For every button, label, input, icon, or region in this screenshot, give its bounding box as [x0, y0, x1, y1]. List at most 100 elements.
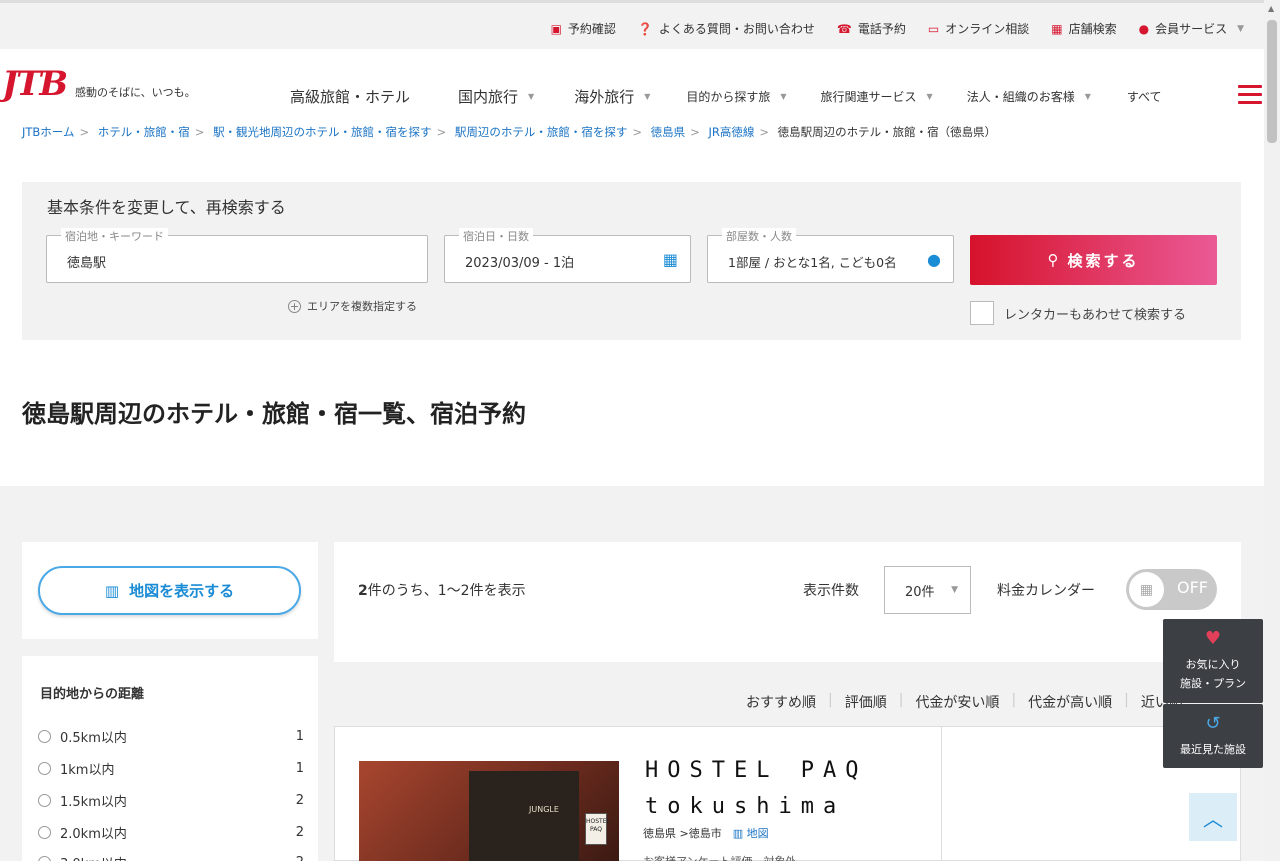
filter-label: 3.0km以内	[60, 853, 127, 861]
field-value: 1部屋 / おとな1名, こども0名	[728, 255, 897, 270]
multi-area-link[interactable]: + エリアを複数指定する	[288, 298, 417, 314]
favorites-label-2: 施設・プラン	[1180, 677, 1246, 690]
util-member[interactable]: ● 会員サービス ▼	[1139, 20, 1244, 37]
field-label: 宿泊地・キーワード	[61, 228, 168, 244]
back-to-top-button[interactable]: ︿	[1189, 793, 1237, 841]
per-page-value: 20件	[905, 584, 935, 600]
laptop-icon: ▭	[927, 21, 940, 36]
filter-count: 2	[295, 825, 304, 840]
hotel-pref[interactable]: 徳島県	[643, 827, 676, 840]
filter-option[interactable]: 0.5km以内 1	[38, 727, 304, 746]
nav-domestic[interactable]: 国内旅行 ▼	[458, 86, 534, 107]
radio-button[interactable]	[38, 856, 51, 861]
menu-icon[interactable]	[1238, 85, 1262, 109]
rental-car-checkbox[interactable]	[970, 301, 994, 325]
nav-label: 海外旅行	[574, 88, 635, 106]
results-toolbar: 2件のうち、1〜2件を表示 表示件数 20件 ▼ 料金カレンダー ▦ OFF	[334, 542, 1241, 662]
field-label: 部屋数・人数	[722, 228, 796, 244]
jtb-logo[interactable]: JTB	[2, 67, 68, 101]
util-store[interactable]: ▦ 店舗検索	[1051, 20, 1116, 37]
nav-purpose[interactable]: 目的から探す旅 ▼	[686, 88, 786, 105]
filter-count: 1	[295, 761, 304, 776]
chevron-down-icon: ▼	[1237, 23, 1244, 34]
hotel-name[interactable]: HOSTEL PAQ tokushima	[645, 753, 921, 825]
radio-button[interactable]	[38, 794, 51, 807]
breadcrumb-link[interactable]: JR高徳線	[708, 125, 754, 139]
util-label: オンライン相談	[945, 22, 1030, 36]
photo-sign: HOSTEL PAQ	[585, 813, 610, 845]
recent-label: 最近見た施設	[1180, 743, 1246, 756]
breadcrumb-link[interactable]: 駅周辺のホテル・旅館・宿を探す	[455, 125, 628, 139]
heart-icon: ♥	[1204, 628, 1222, 649]
radio-button[interactable]	[38, 730, 51, 743]
chevron-up-icon: ︿	[1203, 806, 1223, 831]
search-button[interactable]: ⚲ 検索する	[970, 235, 1217, 285]
breadcrumb-link[interactable]: 徳島県	[651, 125, 686, 139]
filter-option[interactable]: 1km以内 1	[38, 759, 304, 778]
hotel-photo[interactable]: JUNGLE HOSTEL PAQ	[359, 761, 619, 861]
sort-recommended[interactable]: おすすめ順	[746, 692, 816, 712]
breadcrumb-link[interactable]: ホテル・旅館・宿	[98, 125, 190, 139]
recent-button[interactable]: ↺ 最近見た施設	[1163, 704, 1263, 768]
hotel-map-link[interactable]: 地図	[747, 827, 769, 840]
sort-rating[interactable]: 評価順	[845, 692, 887, 712]
filter-label: 1km以内	[60, 763, 115, 778]
nav-label: 法人・組織のお客様	[966, 90, 1075, 104]
breadcrumb-link[interactable]: 駅・観光地周辺のホテル・旅館・宿を探す	[213, 125, 432, 139]
util-reservation[interactable]: ▣ 予約確認	[551, 20, 616, 37]
scrollbar-thumb[interactable]	[1267, 20, 1277, 143]
sort-price-low[interactable]: 代金が安い順	[915, 692, 999, 712]
radio-button[interactable]	[38, 826, 51, 839]
chevron-down-icon: ▼	[780, 92, 787, 101]
result-count: 2件のうち、1〜2件を表示	[358, 580, 526, 600]
utility-bar: ▣ 予約確認 ❓ よくある質問・お問い合わせ ☎ 電話予約 ▭ オンライン相談 ▦ 店舗検…	[0, 0, 1264, 49]
show-map-button[interactable]: ▥ 地図を表示する	[38, 566, 301, 615]
toggle-state: OFF	[1177, 578, 1208, 597]
nav-luxury[interactable]: 高級旅館・ホテル	[290, 86, 410, 107]
per-page-select[interactable]: 20件 ▼	[884, 566, 971, 614]
favorites-label: お気に入り	[1185, 658, 1241, 671]
breadcrumb-link[interactable]: JTBホーム	[22, 125, 74, 139]
nav-label: 高級旅館・ホテル	[290, 88, 411, 106]
search-heading: 基本条件を変更して、再検索する	[47, 198, 286, 217]
hotel-location: 徳島県 >徳島市 ▥ 地図	[643, 827, 769, 840]
destination-field[interactable]: 宿泊地・キーワード 徳島駅	[46, 228, 428, 283]
filter-label: 1.5km以内	[60, 795, 127, 810]
filter-option[interactable]: 1.5km以内 2	[38, 791, 304, 810]
filter-count: 2	[295, 793, 304, 808]
sort-price-high[interactable]: 代金が高い順	[1028, 692, 1112, 712]
field-label: 宿泊日・日数	[459, 228, 533, 244]
util-phone[interactable]: ☎ 電話予約	[837, 20, 906, 37]
nav-all[interactable]: すべて	[1127, 88, 1162, 105]
scrollbar[interactable]: ▲	[1264, 0, 1280, 861]
filter-option[interactable]: 3.0km以内 2	[38, 853, 304, 861]
filter-count: 1	[295, 729, 304, 744]
per-page-label: 表示件数	[803, 583, 859, 599]
nav-overseas[interactable]: 海外旅行 ▼	[574, 86, 650, 107]
search-button-label: 検索する	[1067, 251, 1140, 270]
nav-label: 国内旅行	[458, 88, 519, 106]
utility-nav: ▣ 予約確認 ❓ よくある質問・お問い合わせ ☎ 電話予約 ▭ オンライン相談 ▦ 店舗検…	[551, 20, 1244, 37]
calendar-icon: ▦	[662, 250, 678, 269]
rental-car-option[interactable]: レンタカーもあわせて検索する	[970, 301, 1186, 325]
briefcase-icon: ▣	[550, 21, 562, 36]
distance-filter: 目的地からの距離 0.5km以内 1 1km以内 1 1.5km以内 2 2.0km以…	[22, 656, 318, 861]
nav-corporate[interactable]: 法人・組織のお客様 ▼	[967, 88, 1091, 105]
nav-services[interactable]: 旅行関連サービス ▼	[821, 88, 933, 105]
nav-label: 目的から探す旅	[686, 90, 771, 104]
favorites-button[interactable]: ♥ お気に入り 施設・プラン	[1163, 619, 1263, 703]
nav-label: 旅行関連サービス	[820, 90, 917, 104]
util-online[interactable]: ▭ オンライン相談	[928, 20, 1029, 37]
calendar-label: 料金カレンダー	[997, 583, 1095, 599]
filter-option[interactable]: 2.0km以内 2	[38, 823, 304, 842]
date-field[interactable]: 宿泊日・日数 2023/03/09 - 1泊 ▦	[444, 228, 691, 283]
field-value: 2023/03/09 - 1泊	[465, 256, 575, 271]
guests-field[interactable]: 部屋数・人数 1部屋 / おとな1名, こども0名 ●	[707, 228, 954, 283]
search-icon: ⚲	[1047, 251, 1062, 269]
chevron-down-icon: ▼	[644, 92, 651, 101]
radio-button[interactable]	[38, 762, 51, 775]
calendar-toggle[interactable]: ▦ OFF	[1126, 569, 1217, 610]
hotel-city[interactable]: 徳島市	[689, 827, 722, 840]
scroll-up-icon: ▲	[1268, 4, 1275, 13]
util-faq[interactable]: ❓ よくある質問・お問い合わせ	[638, 20, 815, 37]
